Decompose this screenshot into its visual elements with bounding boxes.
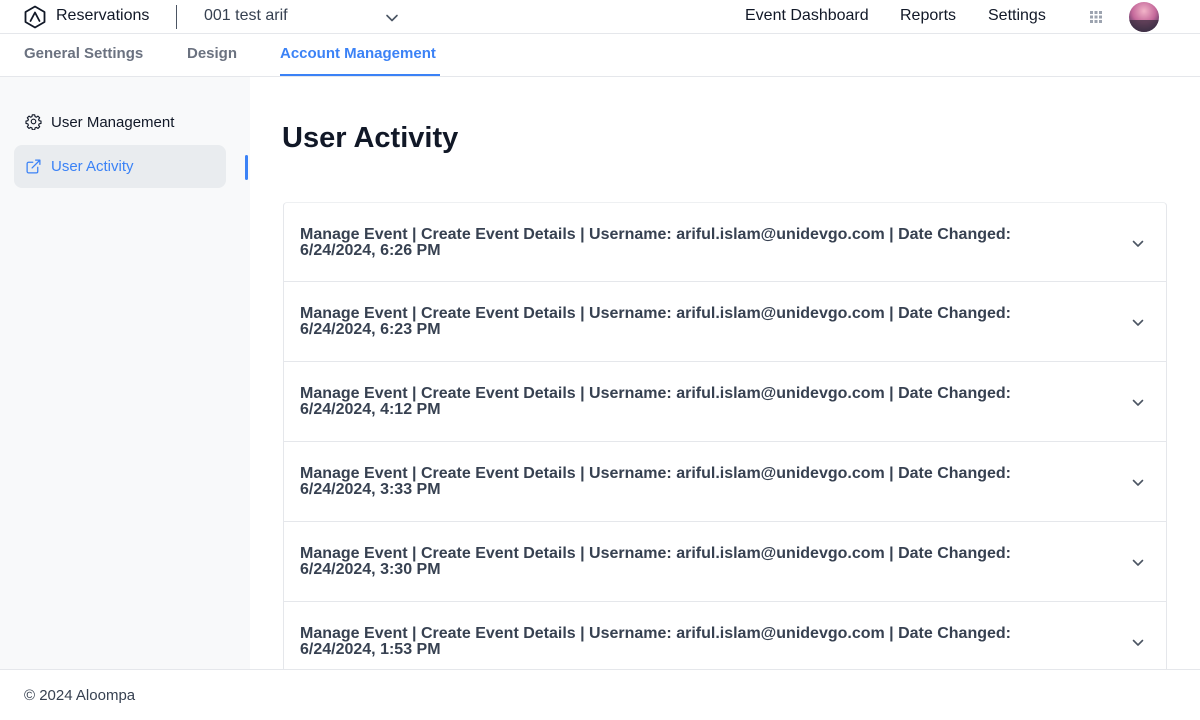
- activity-text: Manage Event | Create Event Details | Us…: [300, 386, 1060, 418]
- footer: © 2024 Aloompa: [0, 669, 1200, 720]
- nav-settings[interactable]: Settings: [988, 7, 1046, 25]
- activity-row[interactable]: Manage Event | Create Event Details | Us…: [283, 362, 1167, 442]
- activity-row[interactable]: Manage Event | Create Event Details | Us…: [283, 522, 1167, 602]
- chevron-down-icon[interactable]: [1130, 635, 1146, 651]
- sidebar-item-user-activity[interactable]: User Activity: [14, 145, 226, 188]
- activity-date: 6/24/2024, 1:53 PM: [300, 641, 441, 658]
- activity-row[interactable]: Manage Event | Create Event Details | Us…: [283, 442, 1167, 522]
- main-content: User Activity Manage Event | Create Even…: [250, 77, 1200, 669]
- nav-reports[interactable]: Reports: [900, 7, 956, 25]
- activity-text: Manage Event | Create Event Details | Us…: [300, 466, 1060, 498]
- activity-summary: Manage Event | Create Event Details | Us…: [300, 465, 1011, 482]
- activity-row[interactable]: Manage Event | Create Event Details | Us…: [283, 202, 1167, 282]
- activity-date: 6/24/2024, 6:23 PM: [300, 321, 441, 338]
- activity-summary: Manage Event | Create Event Details | Us…: [300, 305, 1011, 322]
- header-divider: [176, 5, 177, 29]
- chevron-down-icon: [386, 14, 398, 22]
- activity-summary: Manage Event | Create Event Details | Us…: [300, 545, 1011, 562]
- activity-list: Manage Event | Create Event Details | Us…: [283, 202, 1167, 669]
- activity-text: Manage Event | Create Event Details | Us…: [300, 306, 1060, 338]
- page-title: User Activity: [282, 122, 459, 154]
- activity-date: 6/24/2024, 3:33 PM: [300, 481, 441, 498]
- active-tab-underline: [280, 74, 440, 76]
- logo-icon[interactable]: [23, 5, 47, 29]
- activity-date: 6/24/2024, 3:30 PM: [300, 561, 441, 578]
- chevron-down-icon[interactable]: [1130, 236, 1146, 252]
- event-selector[interactable]: 001 test arif: [204, 0, 404, 34]
- activity-row[interactable]: Manage Event | Create Event Details | Us…: [283, 282, 1167, 362]
- external-link-icon: [26, 159, 41, 174]
- chevron-down-icon[interactable]: [1130, 475, 1146, 491]
- activity-text: Manage Event | Create Event Details | Us…: [300, 546, 1060, 578]
- settings-tabs: General Settings Design Account Manageme…: [0, 34, 1200, 77]
- tab-general-settings[interactable]: General Settings: [24, 45, 143, 62]
- gear-icon: [25, 114, 42, 130]
- top-bar: Reservations 001 test arif Event Dashboa…: [0, 0, 1200, 34]
- footer-copyright: © 2024 Aloompa: [24, 687, 136, 704]
- avatar[interactable]: [1129, 2, 1159, 32]
- event-selector-value: 001 test arif: [204, 7, 288, 24]
- activity-row[interactable]: Manage Event | Create Event Details | Us…: [283, 602, 1167, 669]
- nav-event-dashboard[interactable]: Event Dashboard: [745, 7, 869, 25]
- activity-summary: Manage Event | Create Event Details | Us…: [300, 385, 1011, 402]
- activity-summary: Manage Event | Create Event Details | Us…: [300, 226, 1011, 243]
- chevron-down-icon[interactable]: [1130, 395, 1146, 411]
- sidebar-item-label: User Activity: [51, 158, 134, 175]
- tab-design[interactable]: Design: [187, 45, 237, 62]
- activity-text: Manage Event | Create Event Details | Us…: [300, 227, 1060, 259]
- sidebar-item-user-management[interactable]: User Management: [14, 101, 226, 144]
- app-name[interactable]: Reservations: [56, 7, 149, 25]
- apps-grid-icon[interactable]: [1089, 10, 1103, 24]
- activity-date: 6/24/2024, 6:26 PM: [300, 242, 441, 259]
- activity-date: 6/24/2024, 4:12 PM: [300, 401, 441, 418]
- activity-summary: Manage Event | Create Event Details | Us…: [300, 625, 1011, 642]
- sidebar-item-label: User Management: [51, 114, 175, 131]
- sidebar-active-indicator: [245, 155, 248, 180]
- tab-account-management[interactable]: Account Management: [280, 45, 436, 62]
- chevron-down-icon[interactable]: [1130, 555, 1146, 571]
- activity-text: Manage Event | Create Event Details | Us…: [300, 626, 1060, 658]
- sidebar: User Management User Activity: [0, 77, 250, 669]
- chevron-down-icon[interactable]: [1130, 315, 1146, 331]
